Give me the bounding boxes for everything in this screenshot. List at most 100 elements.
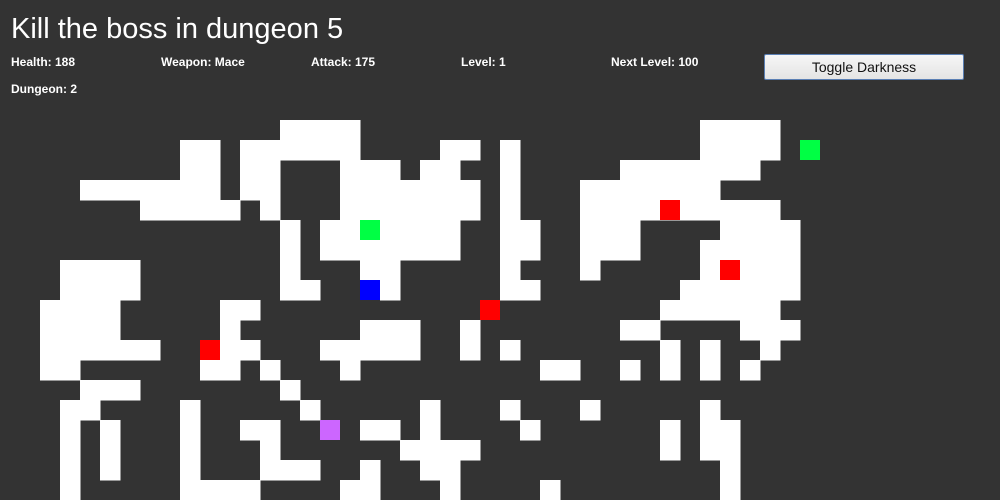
toggle-darkness-button[interactable]: Toggle Darkness: [764, 54, 964, 80]
floor-tile: [460, 140, 481, 161]
floor-tile: [700, 200, 721, 221]
floor-tile: [720, 140, 741, 161]
floor-tile: [540, 480, 561, 500]
floor-tile: [360, 460, 381, 481]
floor-tile: [340, 360, 361, 381]
floor-tile: [340, 140, 361, 161]
floor-tile: [420, 240, 441, 261]
floor-tile: [280, 280, 301, 301]
floor-tile: [440, 160, 461, 181]
floor-tile: [60, 480, 81, 500]
floor-tile: [460, 200, 481, 221]
floor-tile: [440, 440, 461, 461]
floor-tile: [260, 160, 281, 181]
floor-tile: [320, 240, 341, 261]
floor-tile: [120, 380, 141, 401]
floor-tile: [680, 180, 701, 201]
floor-tile: [500, 340, 521, 361]
floor-tile: [620, 360, 641, 381]
floor-tile: [700, 400, 721, 421]
floor-tile: [340, 200, 361, 221]
floor-tile: [660, 340, 681, 361]
floor-tile: [100, 280, 121, 301]
floor-tile: [400, 200, 421, 221]
floor-tile: [40, 320, 61, 341]
floor-tile: [420, 220, 441, 241]
floor-tile: [760, 200, 781, 221]
floor-tile: [60, 460, 81, 481]
floor-tile: [60, 400, 81, 421]
floor-tile: [400, 320, 421, 341]
floor-tile: [760, 280, 781, 301]
floor-tile: [620, 180, 641, 201]
floor-tile: [220, 300, 241, 321]
floor-tile: [720, 200, 741, 221]
floor-tile: [40, 300, 61, 321]
floor-tile: [240, 480, 261, 500]
floor-tile: [160, 200, 181, 221]
floor-tile: [500, 220, 521, 241]
floor-tile: [340, 340, 361, 361]
floor-tile: [380, 260, 401, 281]
floor-tile: [620, 220, 641, 241]
floor-tile: [600, 220, 621, 241]
floor-tile: [720, 300, 741, 321]
floor-tile: [720, 440, 741, 461]
floor-tile: [280, 380, 301, 401]
floor-tile: [460, 440, 481, 461]
floor-tile: [420, 420, 441, 441]
floor-tile: [180, 460, 201, 481]
floor-tile: [340, 180, 361, 201]
floor-tile: [360, 180, 381, 201]
floor-tile: [60, 280, 81, 301]
health-tile: [800, 140, 820, 160]
floor-tile: [220, 340, 241, 361]
floor-tile: [660, 440, 681, 461]
floor-tile: [500, 260, 521, 281]
floor-tile: [780, 280, 801, 301]
floor-tile: [220, 360, 241, 381]
floor-tile: [180, 200, 201, 221]
floor-tile: [700, 280, 721, 301]
floor-tile: [400, 340, 421, 361]
floor-tile: [60, 420, 81, 441]
floor-tile: [60, 260, 81, 281]
floor-tile: [700, 340, 721, 361]
floor-tile: [780, 260, 801, 281]
floor-tile: [740, 260, 761, 281]
floor-tile: [60, 440, 81, 461]
floor-tile: [260, 360, 281, 381]
floor-tile: [660, 300, 681, 321]
floor-tile: [740, 120, 761, 141]
floor-tile: [420, 160, 441, 181]
floor-tile: [640, 320, 661, 341]
floor-tile: [80, 280, 101, 301]
floor-tile: [500, 400, 521, 421]
floor-tile: [100, 340, 121, 361]
floor-tile: [420, 440, 441, 461]
floor-tile: [240, 180, 261, 201]
floor-tile: [340, 220, 361, 241]
health-stat: Health: 188: [11, 55, 76, 69]
floor-tile: [580, 240, 601, 261]
floor-tile: [700, 440, 721, 461]
floor-tile: [260, 180, 281, 201]
floor-tile: [700, 360, 721, 381]
floor-tile: [620, 240, 641, 261]
floor-tile: [140, 340, 161, 361]
floor-tile: [380, 180, 401, 201]
floor-tile: [280, 220, 301, 241]
floor-tile: [280, 240, 301, 261]
floor-tile: [60, 300, 81, 321]
floor-tile: [540, 360, 561, 381]
floor-tile: [300, 120, 321, 141]
floor-tile: [760, 340, 781, 361]
floor-tile: [140, 200, 161, 221]
floor-tile: [180, 480, 201, 500]
floor-tile: [720, 240, 741, 261]
floor-tile: [400, 240, 421, 261]
floor-tile: [320, 120, 341, 141]
floor-tile: [700, 260, 721, 281]
floor-tile: [360, 260, 381, 281]
floor-tile: [780, 240, 801, 261]
